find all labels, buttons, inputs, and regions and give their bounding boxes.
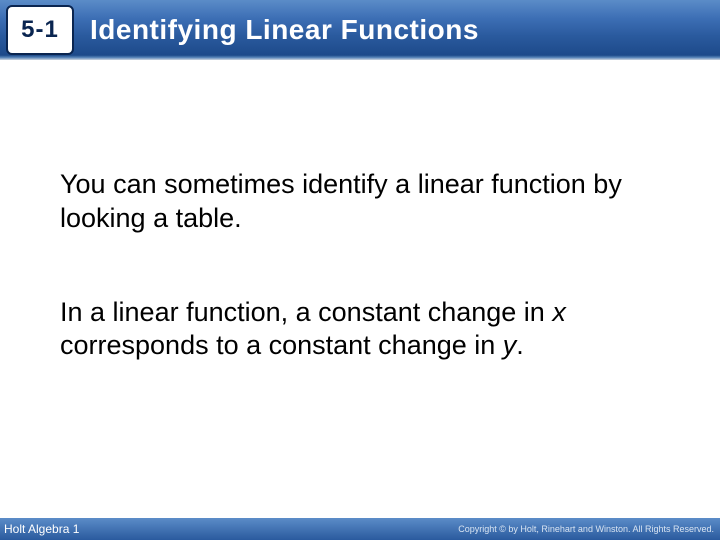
para2-text-mid: corresponds to a constant change in bbox=[60, 330, 503, 360]
slide-footer: Holt Algebra 1 Copyright © by Holt, Rine… bbox=[0, 518, 720, 540]
slide-content: You can sometimes identify a linear func… bbox=[60, 168, 660, 363]
paragraph-2: In a linear function, a constant change … bbox=[60, 296, 660, 364]
para2-var-x: x bbox=[552, 297, 566, 327]
para2-text-post: . bbox=[516, 330, 524, 360]
para2-var-y: y bbox=[503, 330, 517, 360]
section-number: 5-1 bbox=[21, 16, 59, 44]
slide-header: 5-1 Identifying Linear Functions bbox=[0, 0, 720, 60]
para2-text-pre: In a linear function, a constant change … bbox=[60, 297, 552, 327]
section-number-badge: 5-1 bbox=[6, 5, 74, 55]
copyright-text: Copyright © by Holt, Rinehart and Winsto… bbox=[458, 524, 714, 534]
book-title: Holt Algebra 1 bbox=[4, 522, 79, 536]
lesson-title: Identifying Linear Functions bbox=[90, 14, 479, 46]
paragraph-1: You can sometimes identify a linear func… bbox=[60, 168, 660, 236]
